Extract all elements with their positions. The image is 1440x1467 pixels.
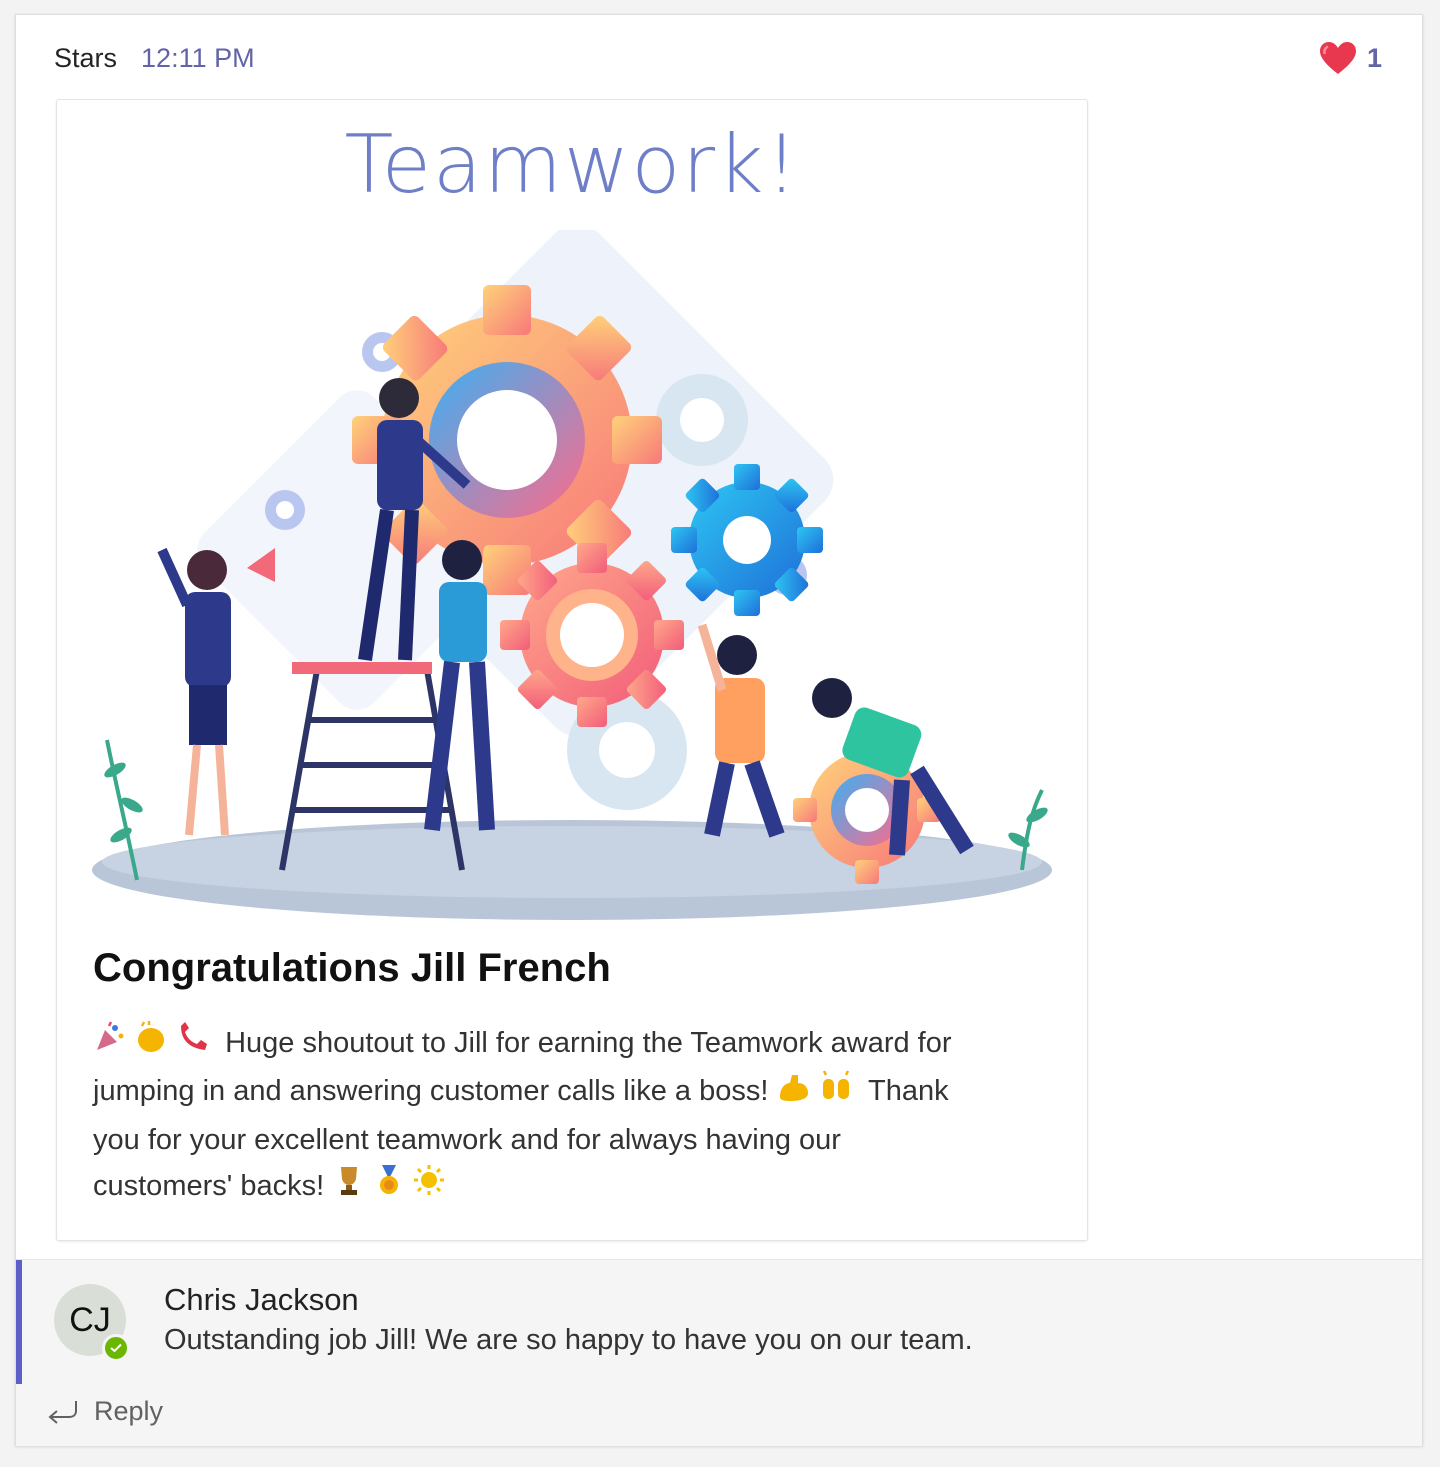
post-timestamp: 12:11 PM [141, 43, 255, 73]
reply-button[interactable]: Reply [46, 1396, 163, 1427]
reply-thread: CJ Chris Jackson Outstanding job Jill! W… [16, 1259, 1422, 1446]
heart-icon [1319, 42, 1356, 74]
trophy-icon [332, 1163, 366, 1211]
reply-arrow-icon [48, 1400, 77, 1424]
body-line-4: customers' backs! [93, 1163, 1053, 1211]
party-popper-icon [93, 1020, 127, 1068]
post-author: Stars [54, 43, 118, 73]
reply-message: Outstanding job Jill! We are so happy to… [164, 1324, 973, 1356]
body-line-3: you for your excellent teamwork and for … [93, 1123, 841, 1156]
adaptive-card: Teamwork! Congratulations Jill French Hu… [56, 99, 1088, 1241]
flexed-biceps-icon [776, 1069, 812, 1117]
avatar-initials: CJ [69, 1300, 111, 1339]
raising-hands-icon [818, 1069, 854, 1117]
reply-label: Reply [94, 1396, 164, 1426]
body-line-1: Huge shoutout to Jill for earning the Te… [93, 1020, 1053, 1068]
teamwork-illustration [92, 230, 1052, 920]
card-title: Teamwork! [344, 118, 800, 211]
medal-icon [372, 1163, 406, 1211]
clapping-hands-icon [133, 1020, 169, 1068]
body-line-2: jumping in and answering customer calls … [93, 1068, 1053, 1116]
heart-reaction[interactable]: 1 [1319, 41, 1382, 75]
message-container: Stars 12:11 PM 1 Teamwork! Congratulatio… [15, 14, 1423, 1446]
sun-icon [412, 1163, 446, 1211]
post-header: Stars 12:11 PM [54, 43, 255, 79]
card-body: Huge shoutout to Jill for earning the Te… [93, 1020, 1053, 1211]
presence-available-icon [102, 1334, 130, 1362]
reaction-count: 1 [1366, 42, 1382, 73]
card-heading: Congratulations Jill French [93, 946, 611, 990]
telephone-icon [175, 1020, 211, 1068]
reply-author: Chris Jackson [164, 1282, 359, 1317]
reply-accent-bar [16, 1260, 22, 1384]
